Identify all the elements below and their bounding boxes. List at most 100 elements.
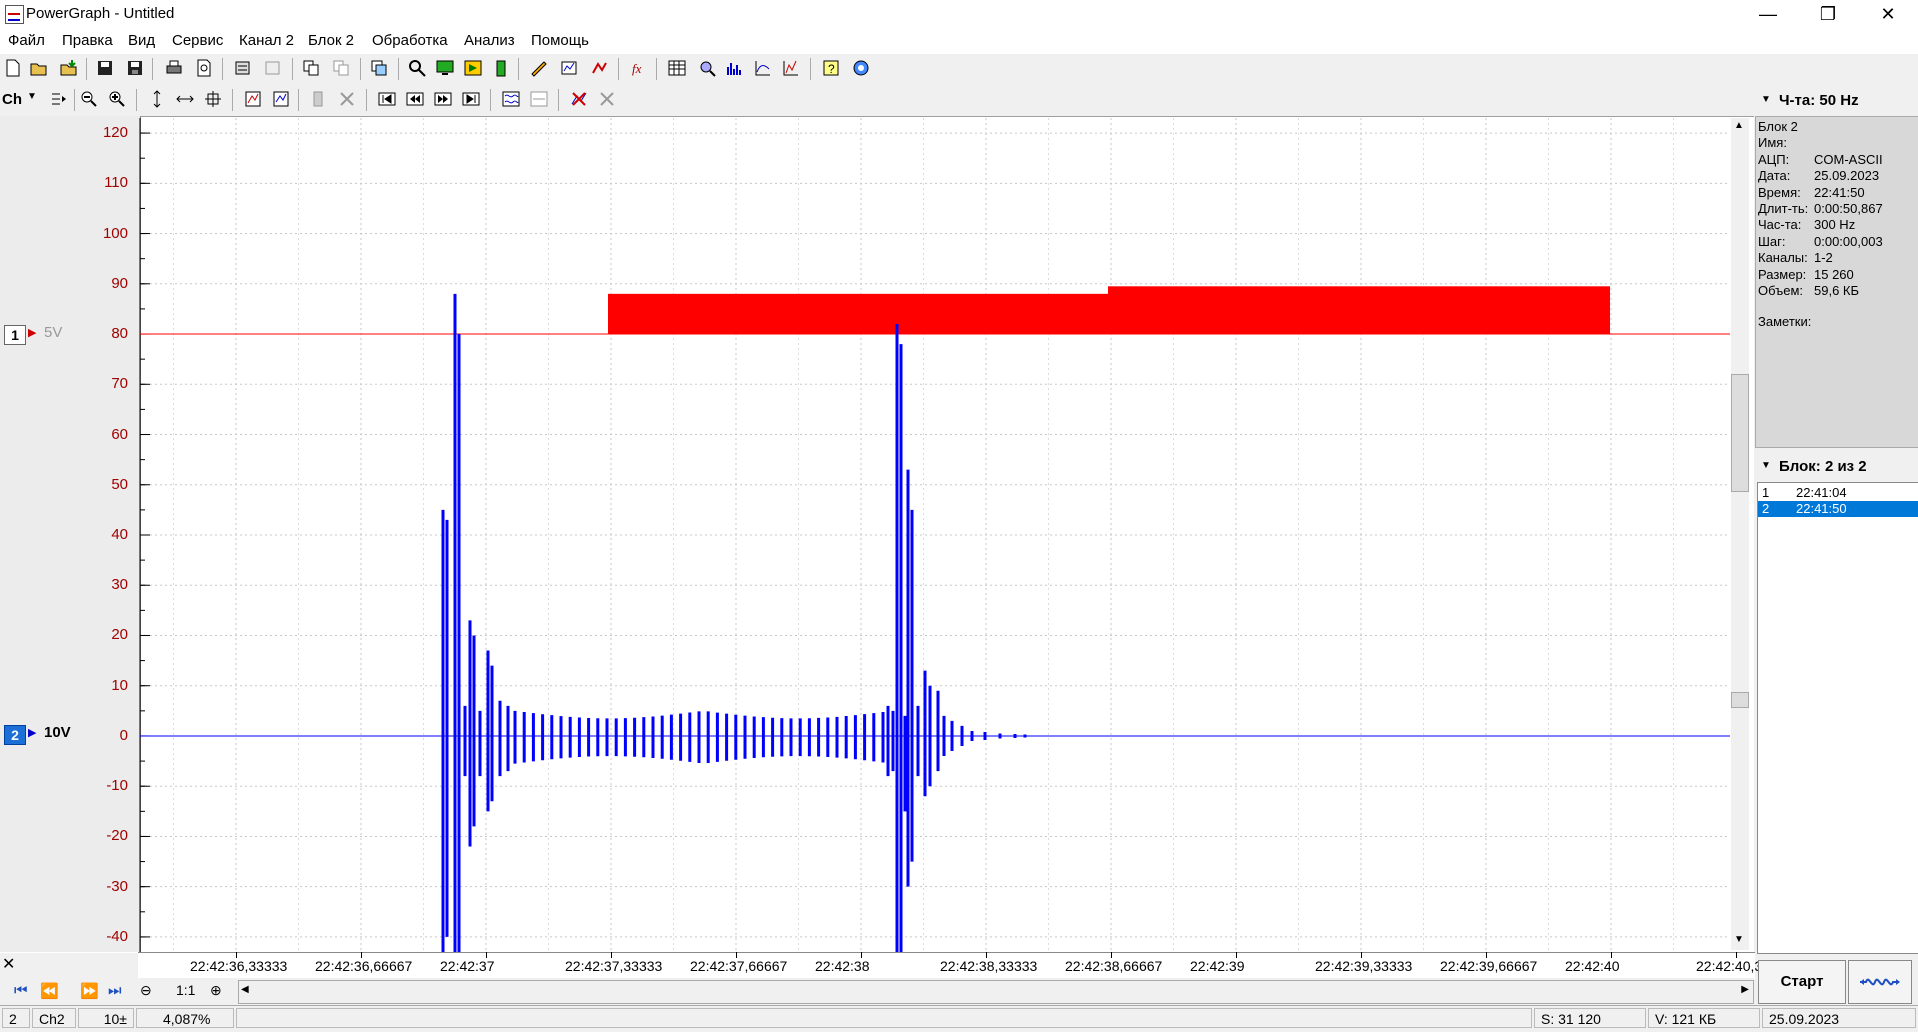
waveform-icon [1860,978,1900,986]
zoom-out-icon[interactable] [80,90,98,108]
x-tick-label: 22:42:36,66667 [315,958,413,974]
zoom-window-icon[interactable] [698,59,716,77]
fast-forward-icon[interactable]: ⏩ [80,982,99,1000]
block-time: 22:41:50 [1796,501,1847,516]
vertical-scroll-marker[interactable] [1731,692,1749,708]
chart[interactable] [0,116,1754,952]
vertical-scrollbar[interactable]: ▲ ▼ [1731,118,1749,950]
cut-icon[interactable] [234,59,252,77]
last-record-icon[interactable]: ⏭ [108,982,122,999]
channel-edit-icon[interactable] [530,59,548,77]
title-bar [0,0,1918,28]
delete-marks-icon[interactable] [570,90,588,108]
histogram-icon[interactable] [782,59,800,77]
info-row: АЦП: COM-ASCII [1758,152,1883,167]
block-row-1[interactable]: 1 22:41:04 [1758,485,1918,501]
rewind-icon[interactable]: ⏪ [40,982,59,1000]
horizontal-scrollbar[interactable]: ◀ ▶ [238,980,1754,1004]
prev-page-icon[interactable] [406,90,424,108]
close-plot-icon[interactable]: ✕ [2,954,15,974]
copy-icon[interactable] [302,59,320,77]
menu-edit[interactable]: Правка [62,32,113,49]
menu-help[interactable]: Помощь [531,32,589,49]
print-icon[interactable] [165,59,183,77]
block-list[interactable]: 1 22:41:04 2 22:41:50 [1757,482,1918,954]
copy-block-icon[interactable] [370,59,388,77]
horizontal-scale-icon[interactable] [176,90,194,108]
help-icon[interactable]: ? [822,59,840,77]
record-icon[interactable] [464,59,482,77]
channel-1-number: 1 [4,325,26,345]
zoom-minus-icon[interactable]: ⊖ [140,982,152,999]
go-start-icon[interactable] [378,90,396,108]
zoom-ratio[interactable]: 1:1 [176,982,195,998]
frequency-dropdown-icon[interactable]: ▼ [1761,94,1771,105]
block-header[interactable]: ▼ Блок: 2 из 2 [1755,456,1918,478]
channel-list-icon[interactable] [50,90,68,108]
monitor-icon[interactable] [436,59,454,77]
print-preview-icon[interactable] [195,59,213,77]
import-icon[interactable] [60,59,78,77]
channel-selector[interactable]: Ch [2,91,22,108]
info-value: COM-ASCII [1814,151,1883,167]
channel-calc-icon[interactable] [590,59,608,77]
menu-analysis[interactable]: Анализ [464,32,515,49]
vertical-scroll-thumb[interactable] [1731,374,1749,492]
channel-dropdown-icon[interactable]: ▼ [27,91,37,102]
about-icon[interactable] [852,59,870,77]
xy-plot-icon[interactable] [754,59,772,77]
save-as-icon[interactable] [126,59,144,77]
find-icon[interactable] [408,59,426,77]
open-file-icon[interactable] [30,59,48,77]
autoscale-icon[interactable] [244,90,262,108]
x-tick-mark [861,952,862,958]
scroll-up-icon[interactable]: ▲ [1734,120,1744,131]
new-file-icon[interactable] [4,59,22,77]
menu-processing[interactable]: Обработка [372,32,448,49]
start-button[interactable]: Старт [1758,960,1846,1004]
block-dropdown-icon[interactable]: ▼ [1761,460,1771,471]
block-time: 22:41:04 [1796,485,1847,500]
x-tick-mark [1611,952,1612,958]
menu-view[interactable]: Вид [128,32,155,49]
x-tick-label: 22:42:37,33333 [565,958,663,974]
channel-settings-icon[interactable] [560,59,578,77]
info-key: Объем: [1758,283,1804,298]
go-end-icon[interactable] [462,90,480,108]
scroll-right-icon[interactable]: ▶ [1741,984,1749,995]
minimize-button[interactable]: — [1745,0,1791,28]
function-icon[interactable]: fx [630,59,648,77]
battery-icon[interactable] [492,59,510,77]
channel-1-label[interactable]: 1 ▶ 5V [2,324,72,345]
overlay-icon[interactable] [502,90,520,108]
info-row: Час-та: 300 Hz [1758,217,1855,232]
scale-all-icon[interactable] [272,90,290,108]
channel-2-label[interactable]: 2 ▶ 10V [2,724,82,745]
menu-block[interactable]: Блок 2 [308,32,354,49]
status-date: 25.09.2023 [1762,1008,1916,1028]
first-record-icon[interactable]: ⏮ [14,982,28,999]
waveform-button[interactable] [1848,960,1912,1004]
y-tick-label: -40 [106,927,128,945]
zoom-in-icon[interactable] [108,90,126,108]
status-range: 10± [78,1008,134,1028]
zoom-plus-icon[interactable]: ⊕ [210,982,222,999]
menu-channel[interactable]: Канал 2 [239,32,294,49]
menu-service[interactable]: Сервис [172,32,223,49]
menu-file[interactable]: Файл [8,32,45,49]
vertical-scale-icon[interactable] [148,90,166,108]
block-row-2[interactable]: 2 22:41:50 [1758,501,1918,517]
spectrum-icon[interactable] [726,59,744,77]
info-value: 25.09.2023 [1814,168,1880,184]
restore-button[interactable]: ❐ [1805,0,1851,28]
fit-icon[interactable] [204,90,222,108]
next-page-icon[interactable] [434,90,452,108]
save-icon[interactable] [96,59,114,77]
table-icon[interactable] [668,59,686,77]
scroll-down-icon[interactable]: ▼ [1734,934,1744,945]
x-tick-label: 22:42:38,33333 [940,958,1038,974]
x-tick-label: 22:42:40 [1565,958,1620,974]
frequency-header[interactable]: ▼ Ч-та: 50 Hz [1755,90,1918,112]
close-button[interactable]: ✕ [1865,0,1911,28]
scroll-left-icon[interactable]: ◀ [241,984,249,995]
